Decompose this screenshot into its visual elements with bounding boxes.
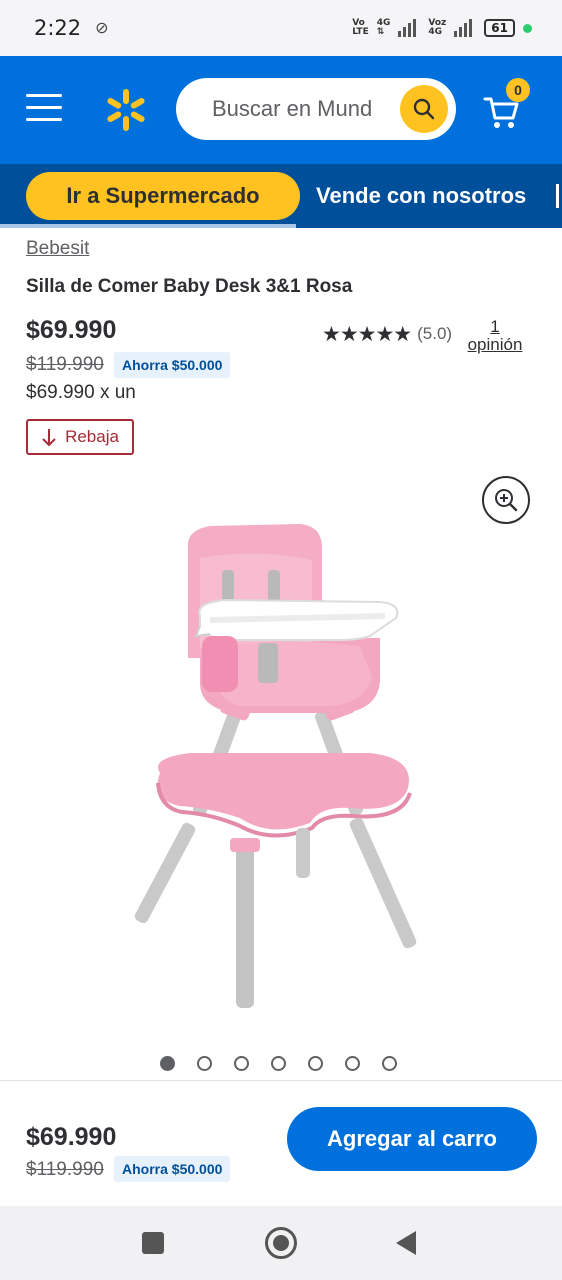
carousel-dot[interactable] (345, 1056, 360, 1071)
zoom-in-icon (495, 489, 518, 512)
link-icon: ⊘ (95, 20, 109, 37)
carousel-dot[interactable] (234, 1056, 249, 1071)
product-rating[interactable]: ★★★★★ (5.0) (322, 322, 452, 346)
product-price: $69.990 (26, 316, 117, 344)
add-to-cart-button[interactable]: Agregar al carro (287, 1107, 537, 1171)
unit-price: $69.990 x un (26, 382, 136, 403)
home-icon[interactable] (265, 1227, 297, 1259)
signal-icon (398, 19, 417, 37)
zoom-button[interactable] (482, 476, 530, 524)
search-icon (413, 98, 435, 120)
sub-navigation: Ir a Supermercado Vende con nosotros (0, 164, 562, 228)
reviews-link[interactable]: 1 opinión (464, 318, 526, 354)
arrow-down-icon (42, 429, 56, 447)
battery-icon: 61 (484, 19, 515, 37)
rollback-label: Rebaja (65, 427, 119, 446)
search-button[interactable] (400, 85, 448, 133)
carousel-dot[interactable] (197, 1056, 212, 1071)
privacy-dot-icon (523, 23, 532, 33)
carousel-dot[interactable] (160, 1056, 175, 1071)
cart-count-badge: 0 (506, 78, 530, 102)
system-navigation-bar (0, 1206, 562, 1280)
subnav-scroll-indicator (0, 224, 296, 228)
carousel-dot[interactable] (271, 1056, 286, 1071)
bottom-purchase-bar: $69.990 $119.990 Ahorra $50.000 Agregar … (0, 1080, 562, 1206)
product-image[interactable] (100, 508, 440, 1028)
sell-with-us-link[interactable]: Vende con nosotros (316, 172, 526, 220)
menu-icon[interactable] (26, 94, 62, 124)
search-input[interactable]: Buscar en Mund (212, 78, 388, 140)
status-bar: 2:22 ⊘ Vo LTE 4G ⇅ Voz 4G 61 (0, 0, 562, 56)
subnav-overflow (556, 184, 559, 208)
network-label-1: Vo LTE (352, 18, 369, 37)
go-to-supermarket-button[interactable]: Ir a Supermercado (26, 172, 300, 220)
app-header: Buscar en Mund 0 (0, 56, 562, 164)
reviews-label: opinión (467, 335, 523, 354)
carousel-dot[interactable] (308, 1056, 323, 1071)
product-old-price: $119.990 (26, 354, 104, 375)
rollback-badge: Rebaja (26, 419, 134, 455)
reviews-count: 1 (490, 317, 500, 336)
search-bar[interactable]: Buscar en Mund (176, 78, 456, 140)
walmart-spark-logo-icon[interactable] (104, 88, 148, 132)
recent-apps-icon[interactable] (142, 1232, 164, 1254)
rating-stars-icon: ★★★★★ (322, 322, 412, 346)
carousel-dot[interactable] (382, 1056, 397, 1071)
image-carousel-dots (160, 1056, 397, 1071)
back-icon[interactable] (396, 1231, 416, 1255)
status-time: 2:22 (34, 16, 82, 40)
signal-icon-2 (454, 19, 473, 37)
rating-value: (5.0) (417, 324, 453, 343)
status-indicators: Vo LTE 4G ⇅ Voz 4G 61 (352, 19, 532, 37)
bottom-old-price: $119.990 (26, 1159, 104, 1180)
product-title: Silla de Comer Baby Desk 3&1 Rosa (26, 276, 353, 297)
bottom-savings-badge: Ahorra $50.000 (114, 1156, 231, 1182)
bottom-price: $69.990 (26, 1123, 117, 1151)
network-label-3: Voz 4G (428, 18, 447, 37)
product-brand-link[interactable]: Bebesit (26, 238, 89, 260)
savings-badge: Ahorra $50.000 (114, 352, 231, 378)
network-label-2: 4G ⇅ (376, 18, 391, 37)
